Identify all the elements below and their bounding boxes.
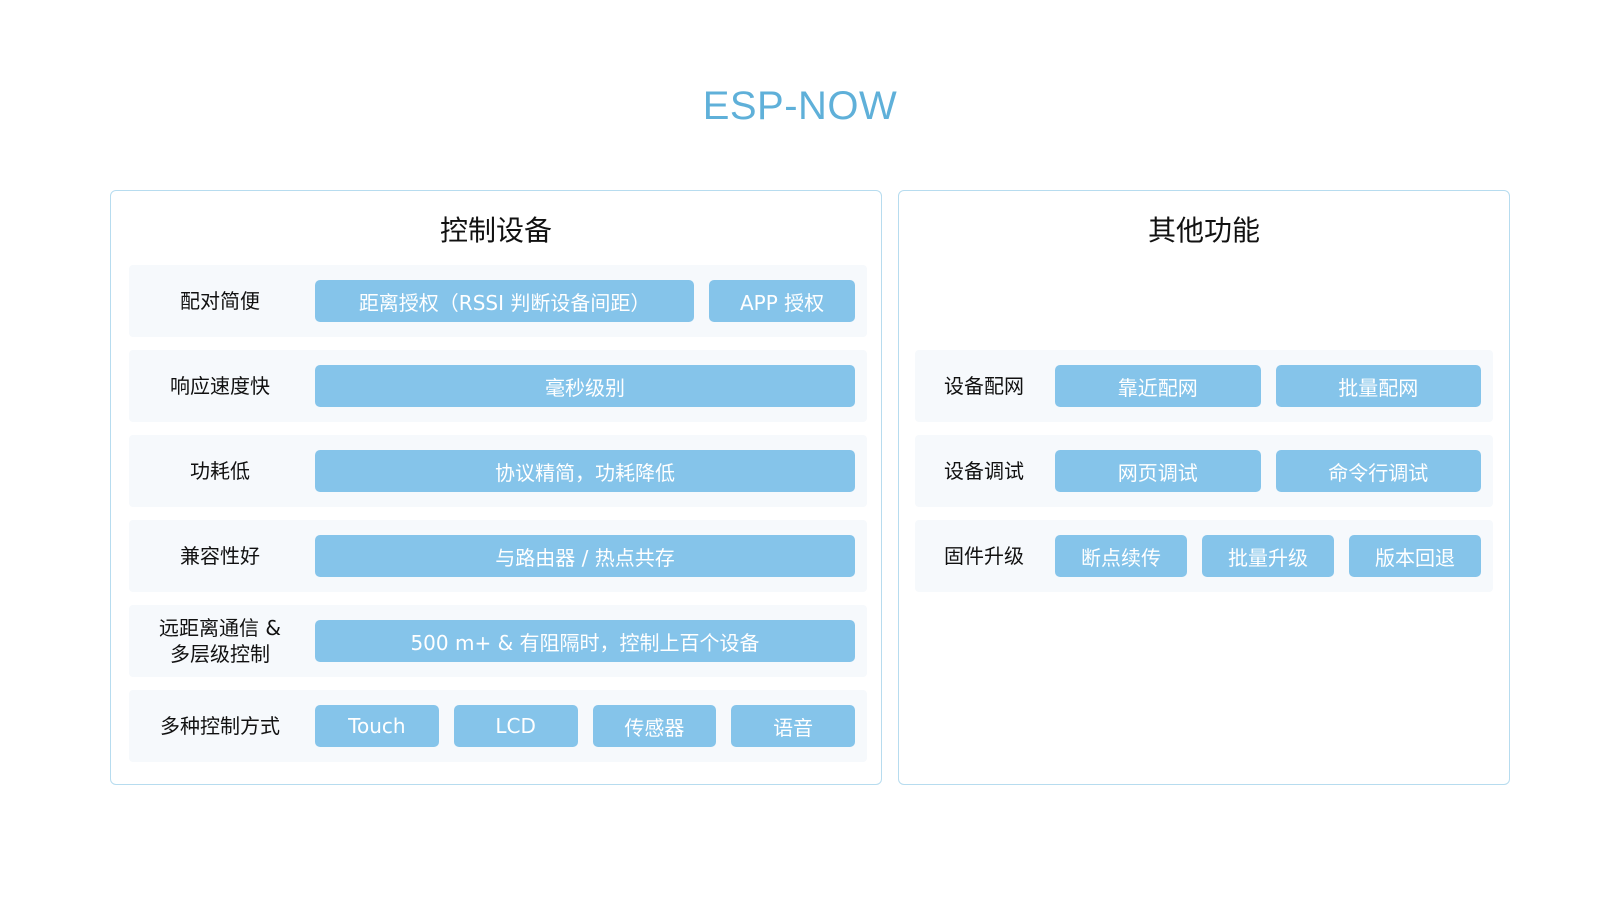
row-control-methods: 多种控制方式 Touch LCD 传感器 语音 — [129, 690, 867, 762]
chip-router-coexistence: 与路由器 / 热点共存 — [315, 535, 855, 577]
chip-distance-authorization: 距离授权（RSSI 判断设备间距） — [315, 280, 695, 322]
row-label: 兼容性好 — [180, 544, 260, 568]
row-provisioning: 设备配网 靠近配网 批量配网 — [915, 350, 1493, 422]
chip-voice: 语音 — [731, 705, 855, 747]
chip-group: 毫秒级别 — [315, 365, 855, 407]
chip-batch-provisioning: 批量配网 — [1275, 365, 1481, 407]
chip-lcd: LCD — [453, 705, 578, 747]
control-devices-heading: 控制设备 — [439, 214, 552, 247]
chip-group: 距离授权（RSSI 判断设备间距） APP 授权 — [315, 280, 855, 322]
chip-batch-upgrade: 批量升级 — [1202, 535, 1334, 577]
row-long-range: 远距离通信 & 多层级控制 500 m+ & 有阻隔时，控制上百个设备 — [129, 605, 867, 677]
chip-group: 断点续传 批量升级 版本回退 — [1055, 535, 1481, 577]
row-fast-response: 响应速度快 毫秒级别 — [129, 350, 867, 422]
row-label-line-2: 多层级控制 — [169, 642, 270, 666]
chip-group: 500 m+ & 有阻隔时，控制上百个设备 — [315, 620, 855, 662]
chip-proximity-provisioning: 靠近配网 — [1055, 365, 1261, 407]
chip-resume-transfer: 断点续传 — [1055, 535, 1187, 577]
chip-millisecond: 毫秒级别 — [315, 365, 855, 407]
row-label: 固件升级 — [944, 544, 1024, 568]
other-functions-heading: 其他功能 — [1147, 214, 1260, 247]
chip-group: 与路由器 / 热点共存 — [315, 535, 855, 577]
chip-group: Touch LCD 传感器 语音 — [315, 705, 855, 747]
row-label: 响应速度快 — [170, 374, 270, 398]
chip-app-authorization: APP 授权 — [709, 280, 855, 322]
chip-simple-protocol: 协议精简，功耗降低 — [315, 450, 855, 492]
row-label: 配对简便 — [180, 289, 260, 313]
chip-range-and-scale: 500 m+ & 有阻隔时，控制上百个设备 — [315, 620, 855, 662]
row-debugging: 设备调试 网页调试 命令行调试 — [915, 435, 1493, 507]
row-label: 设备调试 — [944, 459, 1024, 483]
chip-version-rollback: 版本回退 — [1349, 535, 1481, 577]
row-label-line-1: 远距离通信 & — [159, 616, 281, 640]
chip-touch: Touch — [315, 705, 439, 747]
chip-web-debugging: 网页调试 — [1055, 450, 1261, 492]
chip-cli-debugging: 命令行调试 — [1275, 450, 1481, 492]
chip-group: 协议精简，功耗降低 — [315, 450, 855, 492]
page-title: ESP-NOW — [702, 84, 898, 128]
row-label: 多种控制方式 — [160, 714, 280, 738]
row-label: 功耗低 — [190, 459, 250, 483]
control-devices-panel: 控制设备 配对简便 距离授权（RSSI 判断设备间距） APP 授权 响应速度快… — [110, 190, 882, 785]
chip-group: 网页调试 命令行调试 — [1055, 450, 1481, 492]
chip-group: 靠近配网 批量配网 — [1055, 365, 1481, 407]
row-label: 远距离通信 & 多层级控制 — [129, 605, 311, 677]
row-easy-pairing: 配对简便 距离授权（RSSI 判断设备间距） APP 授权 — [129, 265, 867, 337]
row-label: 设备配网 — [944, 374, 1024, 398]
row-compatibility: 兼容性好 与路由器 / 热点共存 — [129, 520, 867, 592]
row-low-power: 功耗低 协议精简，功耗降低 — [129, 435, 867, 507]
chip-sensor: 传感器 — [592, 705, 717, 747]
row-firmware-upgrade: 固件升级 断点续传 批量升级 版本回退 — [915, 520, 1493, 592]
other-functions-panel: 其他功能 设备配网 靠近配网 批量配网 设备调试 网页调试 命令行调试 固件升级… — [898, 190, 1510, 785]
